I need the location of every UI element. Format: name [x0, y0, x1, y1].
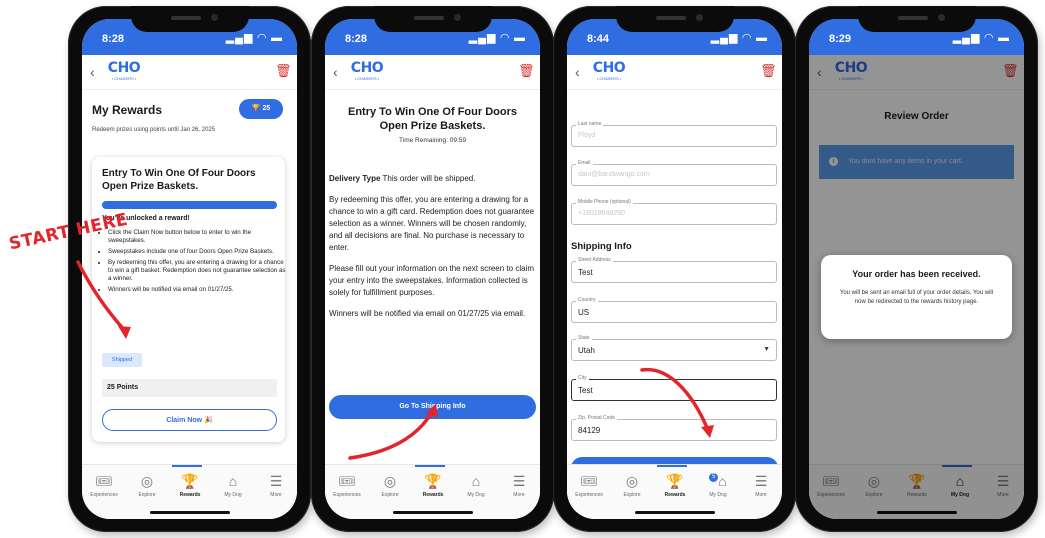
annotation-arrows — [76, 260, 714, 460]
arrowhead-3 — [701, 425, 714, 438]
arrow-2 — [348, 410, 434, 460]
arrowhead-1 — [118, 326, 131, 339]
arrow-3 — [640, 367, 710, 432]
arrow-1 — [76, 260, 128, 334]
